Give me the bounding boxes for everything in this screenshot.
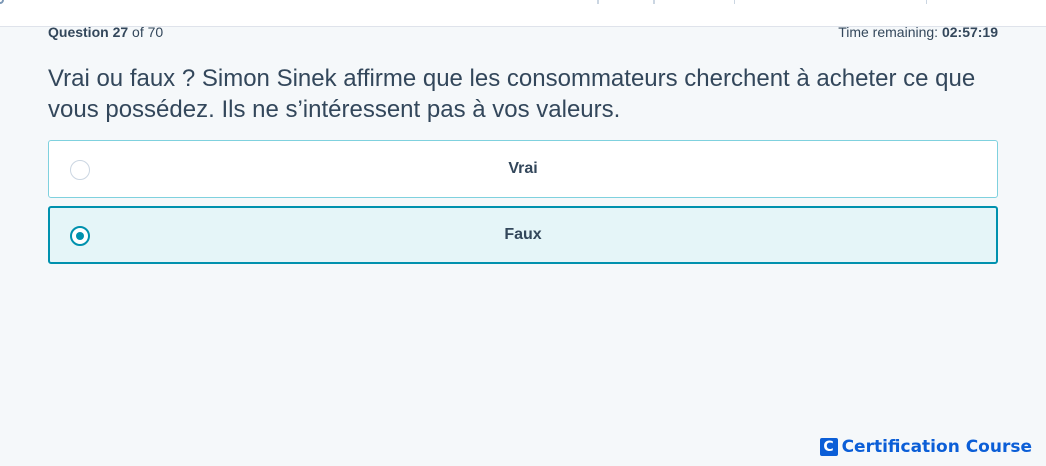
answer-option-faux[interactable]: Faux bbox=[48, 206, 998, 264]
question-text: Vrai ou faux ? Simon Sinek affirme que l… bbox=[48, 65, 976, 123]
time-remaining: Time remaining: 02:57:19 bbox=[838, 24, 998, 40]
question-counter: Question 27 of 70 bbox=[48, 24, 163, 40]
question-number: 27 bbox=[112, 24, 129, 40]
answer-option-vrai[interactable]: Vrai bbox=[48, 140, 998, 198]
progress-divider bbox=[597, 0, 599, 4]
brand-text: Certification Course bbox=[841, 437, 1032, 457]
progress-divider bbox=[926, 0, 927, 4]
brand-logo: C Certification Course bbox=[819, 437, 1032, 457]
question-label: Question bbox=[48, 24, 109, 40]
certification-logo-icon: C bbox=[819, 438, 838, 456]
top-bar bbox=[0, 0, 1046, 27]
quiz-meta: Question 27 of 70 Time remaining: 02:57:… bbox=[48, 24, 998, 40]
question-total: of 70 bbox=[132, 24, 164, 40]
timer-label: Time remaining: bbox=[838, 24, 939, 40]
progress-start-icon bbox=[0, 0, 4, 4]
timer-value: 02:57:19 bbox=[941, 24, 998, 40]
answer-option-label: Vrai bbox=[508, 160, 538, 177]
progress-divider bbox=[734, 0, 735, 4]
answer-option-label: Faux bbox=[504, 226, 542, 243]
progress-divider bbox=[653, 0, 655, 4]
